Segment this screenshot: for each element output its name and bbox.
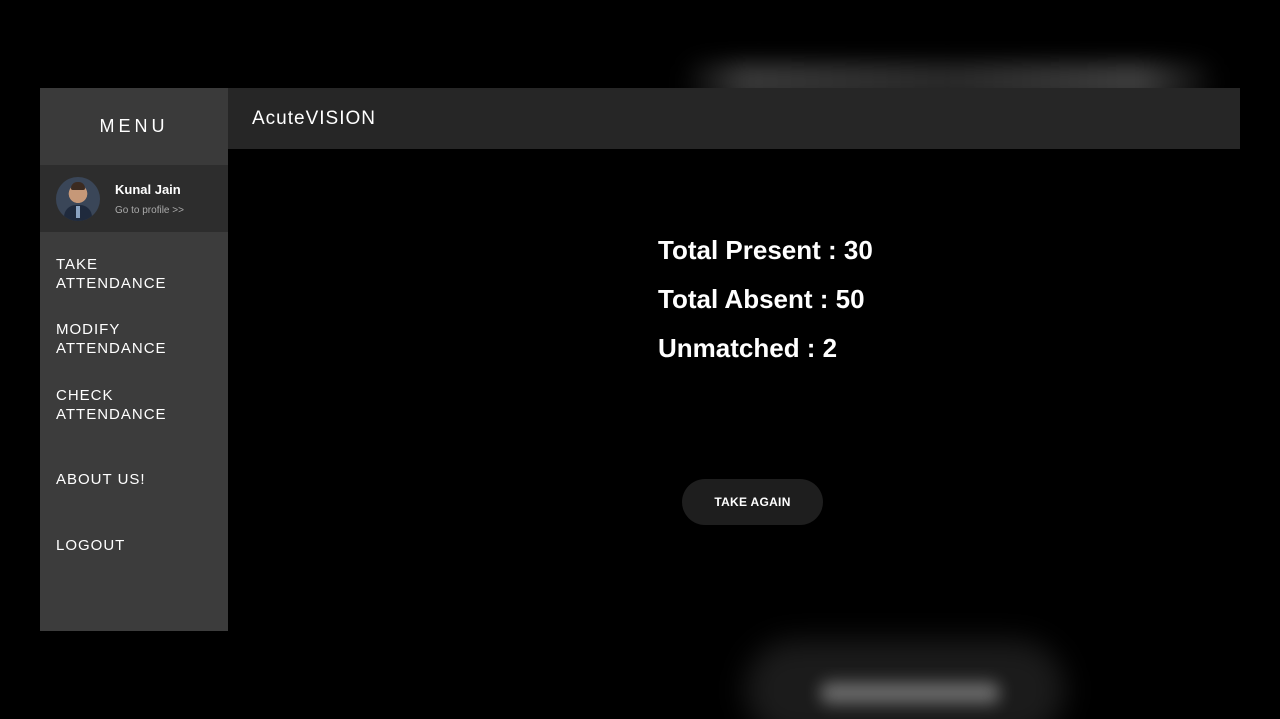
blurred-background-button <box>745 640 1065 719</box>
sidebar-item-modify-attendance[interactable]: MODIFY ATTENDANCE <box>56 320 216 358</box>
profile-card[interactable]: Kunal Jain Go to profile >> <box>40 165 228 232</box>
profile-text: Kunal Jain Go to profile >> <box>115 182 184 216</box>
take-again-button[interactable]: TAKE AGAIN <box>682 479 823 525</box>
menu-header: MENU <box>40 88 228 165</box>
total-absent: Total Absent : 50 <box>658 284 865 314</box>
go-to-profile-link[interactable]: Go to profile >> <box>115 205 184 216</box>
brand-title: AcuteVISION <box>252 107 376 129</box>
sidebar: MENU Kunal Jain Go to profile >> TAKE AT… <box>40 88 228 631</box>
blurred-background-button-label <box>820 682 1000 704</box>
screen: MENU Kunal Jain Go to profile >> TAKE AT… <box>0 0 1280 719</box>
avatar-tie <box>76 205 80 218</box>
menu-title: MENU <box>99 116 169 136</box>
sidebar-item-about-us[interactable]: ABOUT US! <box>56 470 216 489</box>
profile-name: Kunal Jain <box>115 181 181 197</box>
total-present: Total Present : 30 <box>658 235 873 265</box>
sidebar-item-logout[interactable]: LOGOUT <box>56 536 216 555</box>
attendance-summary: Total Present : 30 Total Absent : 50 Unm… <box>658 234 873 381</box>
avatar[interactable] <box>56 176 100 221</box>
app-window: MENU Kunal Jain Go to profile >> TAKE AT… <box>40 88 1240 631</box>
unmatched-count: Unmatched : 2 <box>658 333 838 363</box>
top-bar: AcuteVISION <box>228 88 1240 149</box>
sidebar-item-take-attendance[interactable]: TAKE ATTENDANCE <box>56 255 216 293</box>
sidebar-item-check-attendance[interactable]: CHECK ATTENDANCE <box>56 386 216 424</box>
